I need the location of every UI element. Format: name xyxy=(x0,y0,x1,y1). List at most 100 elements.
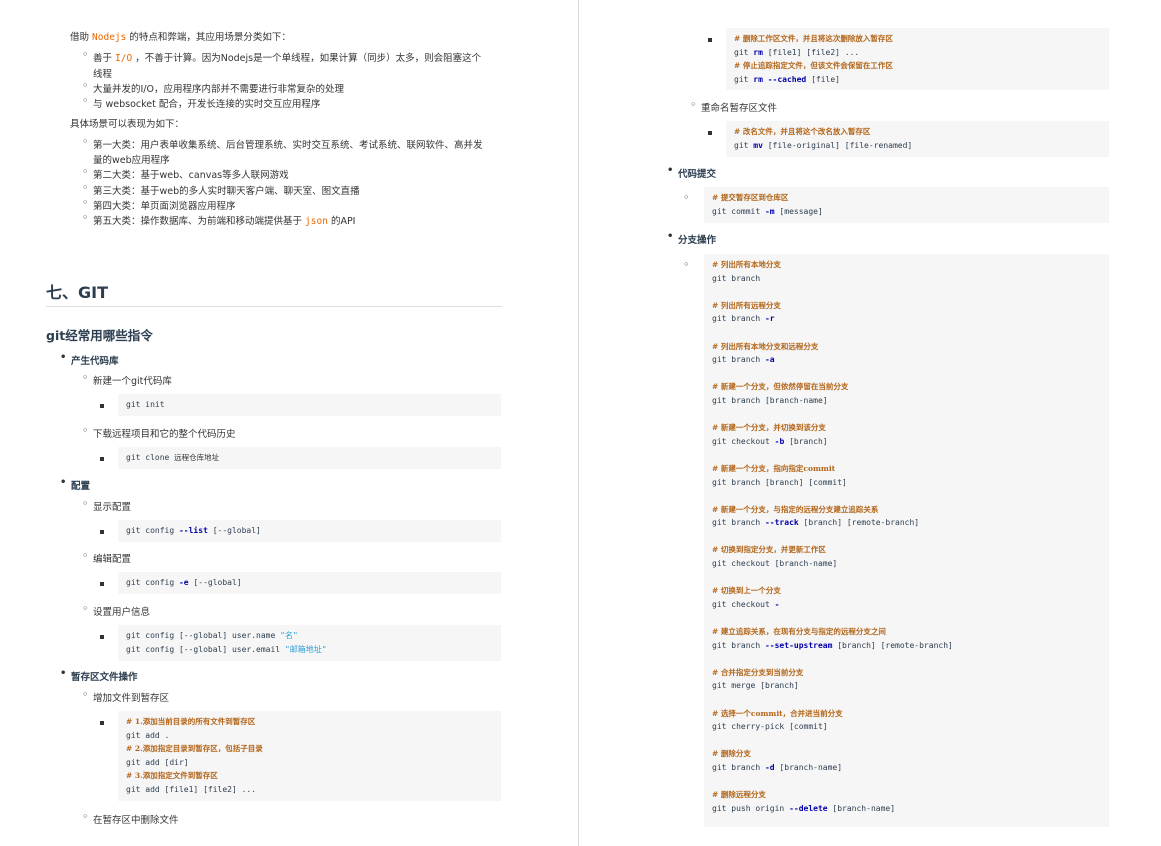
code-comment: # 新建一个分支，并切换到该分支 xyxy=(712,423,826,433)
code-keyword: -e xyxy=(178,578,189,587)
code-text: [message] xyxy=(774,206,823,216)
code-text: git branch xyxy=(712,273,761,283)
code-line: git merge [branch] xyxy=(712,679,1101,693)
code-text: git cherry-pick [commit] xyxy=(712,722,828,732)
group-commit: 代码提交 xyxy=(667,165,716,180)
feature-item-1: 善于 I/O ，不善于计算。因为Nodejs是一个单线程，如果计算（同步）太多，… xyxy=(82,48,482,64)
code-part: [--global] xyxy=(188,578,242,587)
code-text: git add [file1] [file2] ... xyxy=(126,784,257,794)
code-text: git add [dir] xyxy=(126,757,189,767)
code-text: [file] xyxy=(806,74,840,84)
section-rule xyxy=(46,306,502,307)
code-comment-line: # 3.添加指定文件到暂存区 xyxy=(126,769,493,783)
code-line: git checkout - xyxy=(712,598,1101,612)
code-git-mv: # 改名文件，并且将这个改名放入暂存区 git mv [file-original… xyxy=(708,121,1109,157)
code-keyword: mv xyxy=(753,140,763,150)
code-text: git add . xyxy=(126,730,170,740)
code-text: git commit xyxy=(712,206,765,216)
code-text: git checkout xyxy=(712,436,775,446)
code-text: git branch xyxy=(712,314,765,324)
code-comment: # 1.添加当前目录的所有文件到暂存区 xyxy=(126,717,256,726)
code-comment-line: # 1.添加当前目录的所有文件到暂存区 xyxy=(126,715,493,729)
code-git-branch: ◦ # 列出所有本地分支 git branch # 列出所有远程分支 git bra… xyxy=(683,254,1109,827)
code-line: git init xyxy=(126,400,165,409)
code-text: git branch xyxy=(712,518,765,528)
code-text: git checkout [branch-name] xyxy=(712,559,838,569)
feature-item-3: 与 websocket 配合，开发长连接的实时交互应用程序 xyxy=(82,94,320,110)
square-bullet xyxy=(708,131,712,135)
code-comment-line: # 提交暂存区到仓库区 xyxy=(712,191,1101,205)
code-comment: # 切换到上一个分支 xyxy=(712,586,781,596)
code-line: git mv [file-original] [file-renamed] xyxy=(734,139,1101,153)
square-bullet xyxy=(100,635,104,639)
group-stage: 暂存区文件操作 xyxy=(60,668,137,683)
code-comment: # 选择一个commit，合并进当前分支 xyxy=(712,708,843,718)
code-part: git config xyxy=(126,526,179,535)
code-keyword: rm --cached xyxy=(753,74,807,84)
code-line: git add [file1] [file2] ... xyxy=(126,783,493,797)
code-git-init: git init xyxy=(100,394,501,416)
code-text: git branch [branch-name] xyxy=(712,395,828,405)
code-comment-line: # 停止追踪指定文件，但该文件会保留在工作区 xyxy=(734,59,1101,73)
code-comment-line: # 删除工作区文件，并且将这次删除放入暂存区 xyxy=(734,32,1101,46)
code-line: git push origin --delete [branch-name] xyxy=(712,802,1101,816)
code-keyword: -a xyxy=(764,355,775,365)
code-comment-line: # 2.添加指定目录到暂存区，包括子目录 xyxy=(126,742,493,756)
code-comment-line: # 新建一个分支，但依然停留在当前分支 xyxy=(712,380,1101,394)
code-comment-line: # 选择一个commit，合并进当前分支 xyxy=(712,707,1101,721)
code-line: git branch -a xyxy=(712,353,1101,367)
feature-1-post: ，不善于计算。因为Nodejs是一个单线程，如果计算（同步）太多，则会阻塞这个 xyxy=(132,53,482,64)
scene-5-pre: 第五大类：操作数据库、为前端和移动端提供基于 xyxy=(93,216,306,227)
code-text: git merge [branch] xyxy=(712,681,799,691)
feature-item-2: 大量并发的I/O，应用程序内部并不需要进行非常复杂的处理 xyxy=(82,79,344,95)
code-comment: # 新建一个分支，与指定的远程分支建立追踪关系 xyxy=(712,504,879,514)
item-edit-config: 编辑配置 xyxy=(82,549,131,565)
code-text: [file1] [file2] ... xyxy=(762,47,860,57)
right-page: # 删除工作区文件，并且将这次删除放入暂存区 git rm [file1] [fi… xyxy=(580,0,1161,846)
code-user-info: git config [--global] user.name "名" git … xyxy=(100,625,501,661)
group-branch: 分支操作 xyxy=(667,231,716,246)
code-comment-line: # 切换到指定分支，并更新工作区 xyxy=(712,543,1101,557)
code-text: git xyxy=(734,47,754,57)
code-line: git branch -r xyxy=(712,312,1101,326)
code-keyword: - xyxy=(774,599,780,609)
code-text: [branch] [remote-branch] xyxy=(798,518,920,528)
square-bullet xyxy=(100,457,104,461)
code-config-edit: git config -e [--global] xyxy=(100,572,501,594)
code-comment-line: # 列出所有远程分支 xyxy=(712,299,1101,313)
code-comment: # 切换到指定分支，并更新工作区 xyxy=(712,545,826,555)
code-text: [branch-name] xyxy=(827,803,896,813)
code-config-list: git config --list [--global] xyxy=(100,520,501,542)
intro-pre: 借助 xyxy=(70,32,93,43)
code-line: git add . xyxy=(126,729,493,743)
code-arg: 远程仓库地址 xyxy=(174,453,220,462)
code-keyword: -b xyxy=(774,436,785,446)
code-comment: # 新建一个分支，但依然停留在当前分支 xyxy=(712,382,849,392)
code-comment: # 提交暂存区到仓库区 xyxy=(712,193,789,202)
code-git-rm: # 删除工作区文件，并且将这次删除放入暂存区 git rm [file1] [fi… xyxy=(708,28,1109,90)
code-text: [branch-name] xyxy=(774,762,843,772)
code-keyword: --track xyxy=(764,518,799,528)
code-keyword: --delete xyxy=(789,803,828,813)
item-add-stage: 增加文件到暂存区 xyxy=(82,688,169,704)
code-line: git branch --set-upstream [branch] [remo… xyxy=(712,639,1101,653)
code-part: [--global] xyxy=(207,526,261,535)
scene-item-3: 第三大类：基于web的多人实时聊天客户端、聊天室、图文直播 xyxy=(82,181,360,197)
code-text: git push origin xyxy=(712,803,790,813)
code-text: git branch xyxy=(712,355,765,365)
feature-1-cont: 线程 xyxy=(93,69,113,80)
code-comment-line: # 列出所有本地分支 xyxy=(712,258,1101,272)
code-comment-line: # 列出所有本地分支和远程分支 xyxy=(712,340,1101,354)
code-comment: # 改名文件，并且将这个改名放入暂存区 xyxy=(734,127,871,136)
code-line: git checkout [branch-name] xyxy=(712,557,1101,571)
code-comment: # 删除分支 xyxy=(712,749,751,759)
code-keyword: -r xyxy=(764,314,775,324)
code-comment-line: # 合并指定分支到当前分支 xyxy=(712,666,1101,680)
code-line: git branch [branch] [commit] xyxy=(712,476,1101,490)
